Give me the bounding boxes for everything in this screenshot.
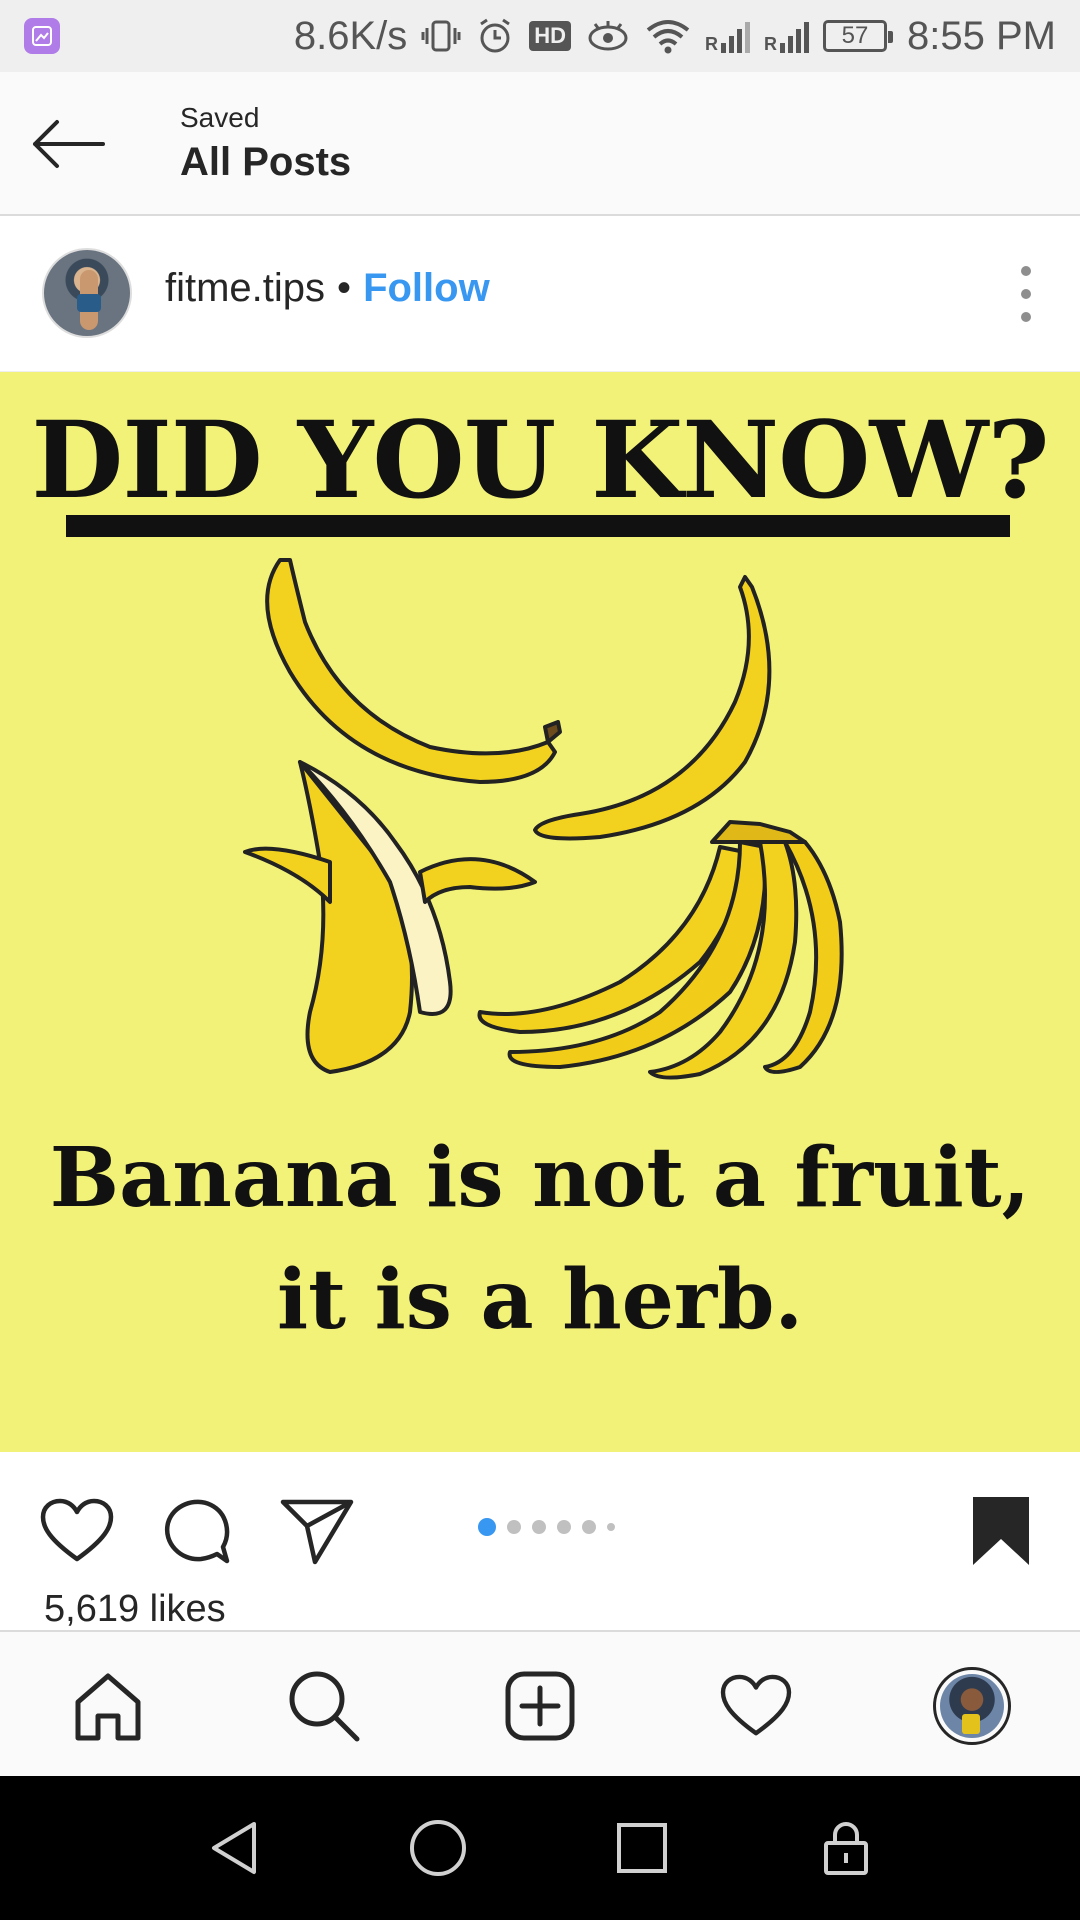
system-recents-button[interactable] (602, 1808, 682, 1888)
post-author: fitme.tips • Follow (165, 266, 490, 311)
wifi-icon (645, 16, 691, 56)
signal-icon-1: R (705, 19, 751, 53)
back-button[interactable] (28, 108, 108, 180)
like-button[interactable] (32, 1486, 122, 1576)
image-caption: Banana is not a fruit, it is a herb. (0, 1117, 1080, 1361)
post-image[interactable]: DID YOU KNOW? Banana is not a fruit, it … (0, 372, 1080, 1452)
recents-square-icon (617, 1823, 667, 1873)
post-header: fitme.tips • Follow (0, 216, 1080, 372)
share-button[interactable] (272, 1486, 362, 1576)
nav-home[interactable] (60, 1658, 156, 1754)
bananas-illustration (243, 558, 844, 1080)
carousel-dot (532, 1520, 546, 1534)
system-home-button[interactable] (398, 1808, 478, 1888)
arrow-left-icon (33, 120, 105, 168)
image-caption-line-2: it is a herb. (277, 1252, 803, 1348)
heart-icon (720, 1674, 792, 1736)
post-actions: 5,619 likes (0, 1452, 1080, 1632)
more-options-button[interactable] (1012, 266, 1040, 322)
signal-icon-2: R (764, 19, 810, 53)
bookmark-filled-icon (973, 1497, 1029, 1565)
separator-dot: • (337, 266, 352, 310)
post-author-avatar[interactable] (42, 248, 132, 338)
nav-profile[interactable] (924, 1658, 1020, 1754)
avatar (933, 1667, 1011, 1745)
more-vertical-icon (1021, 266, 1031, 276)
battery-indicator: 57 (823, 20, 894, 52)
network-speed: 8.6K/s (293, 13, 408, 58)
image-caption-line-1: Banana is not a fruit, (49, 1130, 1031, 1226)
eye-comfort-icon (585, 16, 631, 56)
lock-icon (824, 1822, 868, 1875)
home-icon (75, 1673, 141, 1741)
back-triangle-icon (212, 1822, 256, 1874)
carousel-dot (607, 1523, 615, 1531)
system-back-button[interactable] (194, 1808, 274, 1888)
status-bar: 8.6K/s HD R R 57 8:55 PM (0, 0, 1080, 72)
headline-underline (66, 515, 1010, 537)
save-button[interactable] (956, 1486, 1046, 1576)
gallery-notification-icon (24, 18, 60, 54)
carousel-dot-active (478, 1518, 496, 1536)
vibrate-icon (421, 16, 461, 56)
carousel-dot (507, 1520, 521, 1534)
app-header: Saved All Posts (0, 72, 1080, 216)
likes-count[interactable]: 5,619 likes (44, 1588, 226, 1631)
nav-add-post[interactable] (492, 1658, 588, 1754)
paper-plane-icon (280, 1499, 354, 1565)
system-navigation-bar (0, 1776, 1080, 1920)
hd-icon: HD (529, 21, 572, 51)
search-icon (289, 1671, 360, 1742)
home-circle-icon (410, 1820, 466, 1876)
comment-button[interactable] (152, 1486, 242, 1576)
system-lock-button[interactable] (806, 1808, 886, 1888)
status-indicators: 8.6K/s HD R R 57 8:55 PM (294, 14, 1056, 59)
bottom-navigation (0, 1630, 1080, 1776)
carousel-dot (557, 1520, 571, 1534)
add-post-icon (505, 1671, 575, 1741)
heart-icon (40, 1498, 114, 1562)
page-title: All Posts (180, 140, 352, 184)
image-headline: DID YOU KNOW? (31, 397, 1049, 522)
nav-search[interactable] (276, 1658, 372, 1754)
battery-level: 57 (841, 22, 869, 49)
post-username[interactable]: fitme.tips (165, 266, 325, 311)
comment-icon (164, 1499, 230, 1564)
clock: 8:55 PM (907, 13, 1056, 58)
carousel-indicator (478, 1518, 615, 1536)
nav-activity[interactable] (708, 1658, 804, 1754)
header-subtitle: Saved (180, 102, 260, 133)
follow-button[interactable]: Follow (363, 266, 490, 311)
alarm-icon (475, 16, 515, 56)
carousel-dot (582, 1520, 596, 1534)
